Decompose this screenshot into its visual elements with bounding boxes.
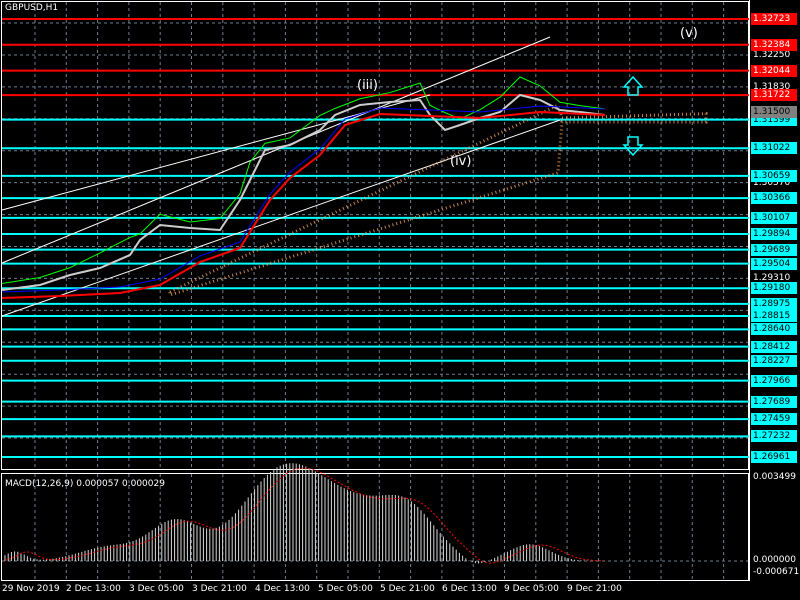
support-label: 1.28412 (751, 340, 797, 353)
time-axis-label: 6 Dec 13:00 (442, 584, 497, 594)
up-arrow-icon (622, 75, 644, 96)
support-label: 1.30107 (751, 211, 797, 224)
time-axis-label: 2 Dec 13:00 (66, 584, 121, 594)
resistance-label: 1.32384 (751, 38, 797, 51)
price-chart[interactable] (0, 0, 800, 600)
wave-label-v: (v) (680, 26, 698, 41)
resistance-label: 1.32044 (751, 64, 797, 77)
support-label: 1.29894 (751, 228, 797, 241)
support-label: 1.28227 (751, 354, 797, 367)
support-label: 1.27689 (751, 395, 797, 408)
support-label: 1.27459 (751, 413, 797, 426)
time-axis-label: 9 Dec 21:00 (567, 584, 622, 594)
price-candles (1, 93, 606, 291)
time-axis-label: 3 Dec 21:00 (192, 584, 247, 594)
resistance-label: 1.31722 (751, 89, 797, 102)
wave-label-iv: (iv) (450, 154, 472, 169)
macd-label: MACD(12,26,9) 0.000057 0.000029 (5, 479, 165, 489)
time-axis-label: 5 Dec 05:00 (318, 584, 373, 594)
macd-tick: 0.003499 (753, 472, 796, 482)
macd-tick: 0.000000 (753, 555, 796, 565)
current-price-label: 1.31500 (751, 105, 797, 118)
macd-frame (1, 473, 749, 581)
support-label: 1.27232 (751, 430, 797, 443)
time-axis-label: 9 Dec 05:00 (504, 584, 559, 594)
time-axis-label: 4 Dec 13:00 (255, 584, 310, 594)
resistance-label: 1.32723 (751, 13, 797, 25)
support-label: 1.26961 (751, 450, 797, 463)
support-label: 1.29689 (751, 243, 797, 256)
support-label: 1.28975 (751, 297, 797, 310)
time-axis-label: 5 Dec 21:00 (380, 584, 435, 594)
macd-tick: -0.000671 (753, 567, 800, 577)
main-frame (1, 1, 749, 470)
support-label: 1.30659 (751, 169, 797, 182)
support-label: 1.31022 (751, 142, 797, 155)
chart-title: GBPUSD,H1 (5, 3, 59, 13)
support-label: 1.30366 (751, 192, 797, 205)
support-label: 1.29180 (751, 282, 797, 295)
support-label: 1.28640 (751, 323, 797, 336)
wave-label-iii: (iii) (357, 78, 378, 93)
time-axis-label: 3 Dec 05:00 (129, 584, 184, 594)
chikou-line (1, 76, 606, 284)
support-label: 1.27966 (751, 374, 797, 387)
down-arrow-icon (622, 136, 644, 157)
support-label: 1.28815 (751, 310, 797, 323)
ichimoku-cloud (168, 103, 708, 298)
support-label: 1.29504 (751, 257, 797, 270)
time-axis-label: 29 Nov 2019 (2, 584, 60, 594)
